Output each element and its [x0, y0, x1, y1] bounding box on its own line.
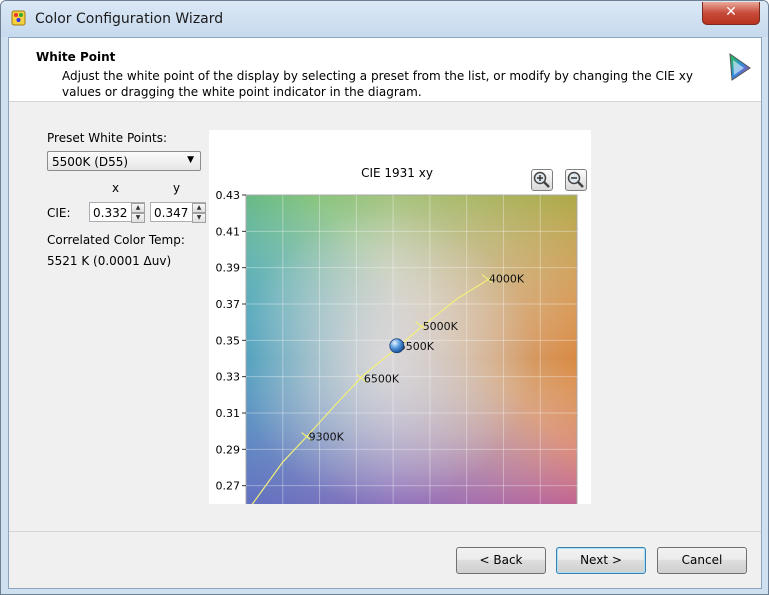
cie-y-up-button[interactable]: ▲ — [192, 203, 206, 213]
temperature-label: 6500K — [364, 372, 400, 385]
x-column-header: x — [112, 181, 120, 195]
temperature-label: 9300K — [309, 431, 345, 444]
color-gamut-icon — [729, 52, 751, 81]
footer-separator — [9, 531, 761, 532]
chevron-down-icon: ▼ — [187, 155, 194, 165]
cct-value: 5521 K (0.0001 Δuv) — [47, 254, 172, 268]
cie-x-up-button[interactable]: ▲ — [131, 203, 145, 213]
cie-x-down-button[interactable]: ▼ — [131, 213, 145, 223]
close-button[interactable]: ✕ — [702, 2, 760, 25]
zoom-in-button[interactable] — [531, 169, 553, 191]
y-tick-label: 0.33 — [216, 371, 241, 384]
temperature-label: 4000K — [489, 273, 525, 286]
y-tick-label: 0.27 — [216, 480, 241, 493]
title-bar: Color Configuration Wizard ✕ — [1, 1, 768, 37]
cie-x-stepper[interactable]: 0.332 ▲ ▼ — [89, 202, 145, 223]
y-tick-label: 0.37 — [216, 298, 241, 311]
y-axis-ticks: 0.250.270.290.310.330.350.370.390.410.43 — [216, 189, 246, 493]
y-tick-label: 0.31 — [216, 407, 241, 420]
wizard-window: Color Configuration Wizard ✕ White Point… — [0, 0, 769, 595]
white-point-indicator[interactable] — [389, 338, 405, 354]
cie-x-value: 0.332 — [93, 206, 128, 220]
y-tick-label: 0.43 — [216, 189, 241, 202]
window-title: Color Configuration Wizard — [35, 11, 224, 27]
zoom-in-icon — [533, 171, 550, 188]
cie-label: CIE: — [47, 206, 71, 220]
wizard-header: White Point Adjust the white point of th… — [9, 38, 761, 102]
preset-dropdown[interactable]: 5500K (D55) ▼ — [47, 151, 201, 171]
cie-diagram[interactable]: CIE 1931 xy 0.250.270.290.310.330.350.37… — [209, 130, 591, 504]
y-tick-label: 0.29 — [216, 443, 241, 456]
cie-y-stepper[interactable]: 0.347 ▲ ▼ — [150, 202, 206, 223]
zoom-out-icon — [567, 171, 584, 188]
page-description: Adjust the white point of the display by… — [62, 69, 693, 99]
white-point-handle[interactable] — [389, 338, 405, 354]
y-tick-label: 0.35 — [216, 334, 241, 347]
preset-selected: 5500K (D55) — [52, 155, 129, 169]
temperature-label: 5000K — [423, 320, 459, 333]
y-tick-label: 0.41 — [216, 225, 241, 238]
back-button[interactable]: < Back — [456, 547, 546, 574]
wizard-client-area: White Point Adjust the white point of th… — [8, 37, 762, 589]
zoom-out-button[interactable] — [565, 169, 587, 191]
y-column-header: y — [173, 181, 181, 195]
y-tick-label: 0.39 — [216, 262, 241, 275]
cie-y-down-button[interactable]: ▼ — [192, 213, 206, 223]
page-title: White Point — [36, 50, 116, 64]
color-wizard-icon — [11, 10, 26, 26]
cct-label: Correlated Color Temp: — [47, 233, 185, 247]
chart-title: CIE 1931 xy — [361, 166, 433, 180]
temperature-label: 5500K — [399, 340, 435, 353]
cie-y-value: 0.347 — [154, 206, 189, 220]
next-button[interactable]: Next > — [556, 547, 646, 574]
preset-label: Preset White Points: — [47, 131, 168, 145]
cancel-button[interactable]: Cancel — [657, 547, 747, 574]
